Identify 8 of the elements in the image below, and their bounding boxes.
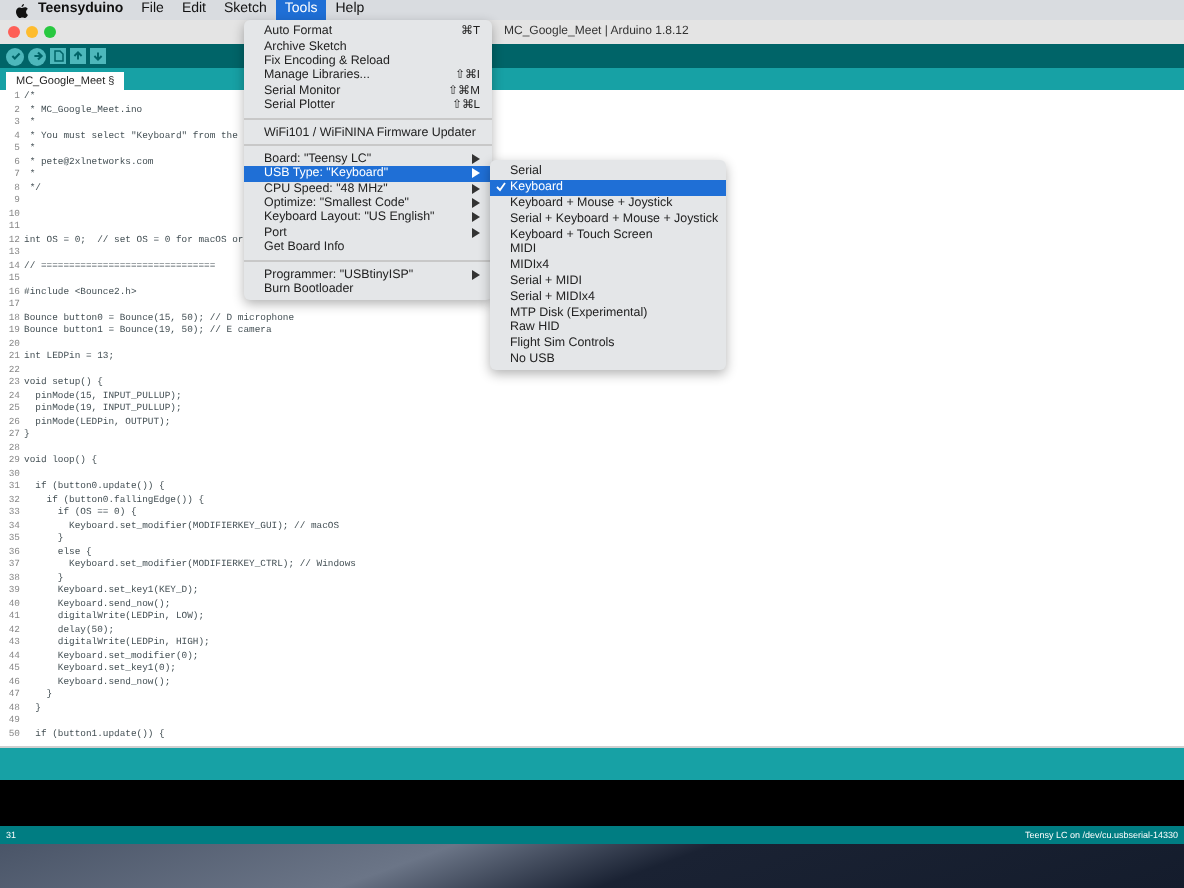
submenu-arrow-icon	[472, 269, 480, 280]
panel-divider-bar[interactable]	[0, 746, 1184, 780]
apple-logo-icon[interactable]	[16, 3, 28, 17]
upload-button[interactable]	[28, 47, 46, 65]
verify-button[interactable]	[6, 47, 24, 65]
open-button[interactable]	[70, 48, 86, 64]
save-button[interactable]	[90, 48, 106, 64]
new-button[interactable]	[50, 48, 66, 64]
